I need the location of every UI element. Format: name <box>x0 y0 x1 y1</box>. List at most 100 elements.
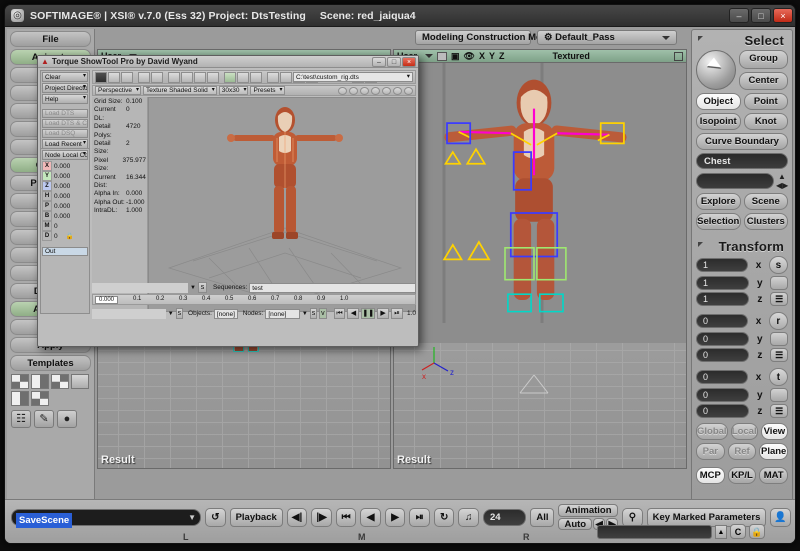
step-back-icon[interactable]: ◀| <box>286 507 308 527</box>
sequences-s-button[interactable]: s <box>197 282 207 293</box>
view-left-icon[interactable] <box>360 86 369 95</box>
torque-minimize-button[interactable]: – <box>372 57 386 67</box>
torque-project-directory-dropdown[interactable]: Project Directory <box>42 83 88 93</box>
scale-x-input[interactable]: 1 <box>696 258 749 272</box>
torque-out-button[interactable]: Out <box>42 247 88 256</box>
torque-rewind-icon[interactable]: ⏮ <box>333 308 346 319</box>
torque-presets-dropdown[interactable]: Presets <box>250 86 285 95</box>
torque-ffwd-icon[interactable]: ⏯ <box>391 308 403 319</box>
local-mode-button[interactable]: Local <box>730 423 758 440</box>
view-back-icon[interactable] <box>349 86 358 95</box>
select-center-button[interactable]: Center <box>739 71 788 90</box>
torque-pause-icon[interactable]: ❚❚ <box>361 308 376 319</box>
construction-mode-dropdown[interactable]: Modeling Construction Mode <box>415 30 565 45</box>
tool-bounds-icon[interactable] <box>151 71 163 83</box>
rotate-options-icon[interactable] <box>770 332 788 346</box>
palette-icon[interactable]: ● <box>57 410 77 428</box>
axis-y-toggle[interactable]: Y <box>489 51 495 61</box>
sequences-scrollbar[interactable] <box>92 282 188 293</box>
torque-load-dts-button[interactable]: Load DTS <box>42 109 88 118</box>
select-group-button[interactable]: Group <box>739 50 788 69</box>
objects-scrollbar[interactable] <box>92 308 166 319</box>
torque-showtool-window[interactable]: ▲ Torque ShowTool Pro by David Wyand – □… <box>37 55 419 347</box>
clusters-button[interactable]: Clusters <box>743 213 788 230</box>
rotate-mode-button[interactable]: r <box>768 312 789 330</box>
character-key-icon[interactable]: 👤 <box>770 507 791 527</box>
translate-x-input[interactable]: 0 <box>696 370 749 384</box>
tool-wire-icon[interactable] <box>108 71 120 83</box>
select-object-button[interactable]: Object <box>696 93 741 110</box>
torque-speed-value[interactable]: 1.0 <box>407 310 416 317</box>
close-button[interactable]: × <box>773 8 793 23</box>
layers-icon[interactable]: ☷ <box>11 410 31 428</box>
select-knot-button[interactable]: Knot <box>743 113 788 130</box>
chevron-down-icon[interactable]: ▼ <box>190 285 196 291</box>
scale-y-input[interactable]: 1 <box>696 276 750 290</box>
layout-split-icon[interactable] <box>11 391 29 406</box>
tool-collision-icon[interactable] <box>224 71 236 83</box>
plane-mode-button[interactable]: Plane <box>759 443 789 460</box>
global-mode-button[interactable]: Global <box>696 423 728 440</box>
axis-x-toggle[interactable]: X <box>479 51 485 61</box>
selection-button[interactable]: Selection <box>696 213 741 230</box>
select-arrow-icon[interactable] <box>696 50 736 90</box>
panel-collapse-icon[interactable] <box>698 36 703 41</box>
play-back-icon[interactable]: ◀ <box>360 507 381 527</box>
torque-close-button[interactable]: × <box>402 57 416 67</box>
rotate-z-input[interactable]: 0 <box>696 348 750 362</box>
view-right-icon[interactable] <box>371 86 380 95</box>
view-front-icon[interactable] <box>338 86 347 95</box>
animation-mode-button[interactable]: Animation <box>558 504 619 517</box>
expand-icon[interactable] <box>674 51 683 61</box>
translate-mode-button[interactable]: t <box>768 368 789 386</box>
translate-z-input[interactable]: 0 <box>696 404 750 418</box>
tool-node-icon[interactable] <box>138 71 150 83</box>
viewport-right-canvas[interactable]: x z <box>394 63 686 468</box>
layout-quad-icon[interactable] <box>11 374 29 389</box>
torque-play-icon[interactable]: ▶ <box>377 308 390 319</box>
view-top-icon[interactable] <box>382 86 391 95</box>
tool-mount-icon[interactable] <box>250 71 262 83</box>
audio-icon[interactable]: ♫ <box>458 507 480 527</box>
rotate-menu-icon[interactable]: ☰ <box>770 348 788 362</box>
translate-menu-icon[interactable]: ☰ <box>770 404 788 418</box>
playback-button[interactable]: Playback <box>229 507 283 527</box>
explore-button[interactable]: Explore <box>696 193 741 210</box>
tool-axis-icon[interactable] <box>181 71 193 83</box>
select-point-button[interactable]: Point <box>743 93 788 110</box>
objects-value[interactable]: [none] <box>213 308 238 319</box>
select-isopoint-button[interactable]: Isopoint <box>696 113 741 130</box>
selection-stepper[interactable]: ▲ ◀▶ <box>776 172 788 190</box>
nodes-value[interactable]: [none] <box>265 308 300 319</box>
torque-projection-dropdown[interactable]: Perspective <box>95 86 141 95</box>
translate-options-icon[interactable] <box>770 388 788 402</box>
eye-icon[interactable]: 👁 <box>464 51 475 62</box>
translate-y-input[interactable]: 0 <box>696 388 750 402</box>
layout-curve-icon[interactable] <box>71 374 89 389</box>
tool-thread-icon[interactable] <box>280 71 292 83</box>
torque-current-time[interactable]: 0.000 <box>95 296 119 304</box>
scale-z-input[interactable]: 1 <box>696 292 750 306</box>
torque-prev-icon[interactable]: ◀ <box>347 308 360 319</box>
nodes-v-button[interactable]: v <box>319 308 327 319</box>
shading-mode-label[interactable]: Textured <box>553 51 590 61</box>
torque-coord-space-dropdown[interactable]: Node Local Coord <box>42 150 88 160</box>
scene-button[interactable]: Scene <box>743 193 788 210</box>
tool-detail-icon[interactable] <box>237 71 249 83</box>
torque-help-dropdown[interactable]: Help <box>42 94 88 104</box>
scale-options-icon[interactable] <box>770 276 788 290</box>
selected-object-field[interactable]: Chest <box>696 153 788 169</box>
torque-preview-viewport[interactable] <box>148 97 416 312</box>
objects-s-button[interactable]: s <box>175 308 184 319</box>
scale-menu-icon[interactable]: ☰ <box>770 292 788 306</box>
loop-play-icon[interactable]: ↻ <box>433 507 455 527</box>
tool-solid-icon[interactable] <box>95 71 107 83</box>
step-fwd-icon[interactable]: |▶ <box>311 507 332 527</box>
screen-icon[interactable] <box>437 51 448 61</box>
scene-command-combo[interactable]: SaveScene ▼ <box>11 508 202 528</box>
nodes-s-button[interactable]: s <box>309 308 318 319</box>
all-frames-button[interactable]: All <box>530 507 555 527</box>
layout-three-icon[interactable] <box>31 391 49 406</box>
chevron-down-icon[interactable]: ▼ <box>188 513 196 522</box>
select-curve-boundary-button[interactable]: Curve Boundary <box>696 133 788 150</box>
